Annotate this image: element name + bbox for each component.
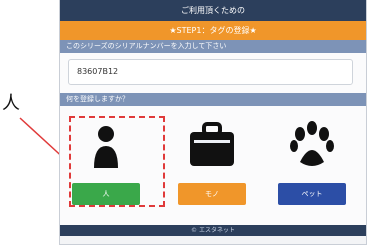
item-button[interactable]: モノ [178,183,246,205]
bag-icon [190,122,234,166]
option-pet[interactable]: ペット [278,106,346,216]
option-item[interactable]: モノ [178,106,246,216]
app-title: ご利用頂くための [60,0,366,21]
footer-spacer [60,236,366,244]
serial-number-input[interactable]: 83607B12 [68,59,353,85]
highlight-box [69,116,165,207]
paw-icon [290,121,334,166]
serial-label: このシリーズのシリアルナンバーを入力して下さい [60,40,366,53]
pet-button[interactable]: ペット [278,183,346,205]
footer: © エスタネット [60,225,366,236]
target-label: 何を登録しますか？ [60,93,366,106]
serial-section: 83607B12 [60,53,366,93]
step-banner: ★STEP1：タグの登録★ [60,21,366,40]
